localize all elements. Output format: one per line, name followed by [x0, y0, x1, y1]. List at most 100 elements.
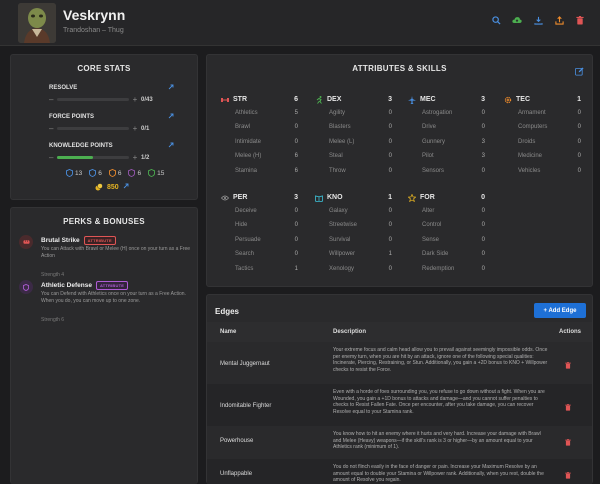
skill-row[interactable]: Intimidate 0 [221, 136, 298, 150]
skill-value: 0 [577, 124, 581, 131]
edit-icon[interactable] [573, 65, 585, 77]
skill-row[interactable]: Armament 0 [504, 107, 581, 121]
skill-row[interactable]: Hide 0 [221, 219, 298, 233]
skill-name: Deceive [235, 208, 257, 214]
skill-row[interactable]: Steal 0 [315, 150, 392, 164]
cloud-upload-icon[interactable] [511, 14, 523, 26]
link-icon[interactable] [168, 113, 174, 121]
skill-row[interactable]: Search 0 [221, 248, 298, 262]
download-icon[interactable] [532, 14, 544, 26]
link-icon[interactable] [123, 183, 129, 191]
skill-row[interactable]: Persuade 0 [221, 234, 298, 248]
skill-row[interactable]: Sense 0 [408, 234, 485, 248]
skill-name: Melee (H) [235, 153, 262, 160]
link-icon[interactable] [168, 84, 174, 92]
skill-row[interactable]: Medicine 0 [504, 150, 581, 164]
force-points-decrement-button[interactable]: – [49, 124, 57, 133]
skill-value: 3 [481, 138, 485, 145]
trash-icon[interactable] [564, 361, 572, 369]
skill-row[interactable]: Redemption 0 [408, 263, 485, 277]
perk-name: Athletic Defense [41, 282, 92, 289]
skill-name: Blasters [329, 124, 351, 131]
skill-row[interactable]: Gunnery 3 [408, 136, 485, 150]
add-edge-button[interactable]: + Add Edge [534, 303, 586, 318]
force-points-label: FORCE POINTS [49, 114, 95, 120]
skill-name: Dark Side [422, 251, 449, 258]
skill-row[interactable]: Tactics 1 [221, 263, 298, 277]
skill-row[interactable]: Athletics 5 [221, 107, 298, 121]
skill-row[interactable]: Deceive 0 [221, 205, 298, 219]
trash-icon[interactable] [574, 14, 586, 26]
skill-value: 5 [294, 110, 298, 116]
skill-value: 6 [294, 153, 298, 160]
skill-value: 0 [294, 236, 298, 243]
export-icon[interactable] [553, 14, 565, 26]
skill-row[interactable]: Xenology 0 [315, 263, 392, 277]
skill-row[interactable]: Sensors 0 [408, 165, 485, 179]
skill-value: 1 [388, 251, 392, 258]
skill-row[interactable]: Willpower 1 [315, 248, 392, 262]
skill-name: Streetwise [329, 222, 358, 229]
attribute-name: STR [233, 96, 247, 103]
skill-row[interactable]: Alter 0 [408, 205, 485, 219]
skill-row[interactable]: Melee (L) 0 [315, 136, 392, 150]
edges-table: Name Description Actions Mental Juggerna… [207, 322, 592, 484]
skill-row[interactable]: Melee (H) 6 [221, 150, 298, 164]
resolve-increment-button[interactable]: + [129, 95, 141, 104]
skill-row[interactable]: Stamina 6 [221, 165, 298, 179]
skill-value: 0 [294, 251, 298, 258]
attribute-header[interactable]: STR 6 [221, 95, 298, 107]
trash-icon[interactable] [564, 438, 572, 446]
skill-row[interactable]: Drive 0 [408, 121, 485, 135]
character-avatar[interactable] [18, 3, 56, 43]
shield-icon [148, 169, 156, 177]
trash-icon[interactable] [564, 403, 572, 411]
skill-row[interactable]: Control 0 [408, 219, 485, 233]
skill-value: 0 [294, 222, 298, 229]
attribute-header[interactable]: PER 3 [221, 193, 298, 205]
skill-row[interactable]: Streetwise 0 [315, 219, 392, 233]
skill-value: 0 [481, 110, 485, 116]
skill-row[interactable]: Pilot 3 [408, 150, 485, 164]
skill-row[interactable]: Throw 0 [315, 165, 392, 179]
skill-row[interactable]: Brawl 0 [221, 121, 298, 135]
attribute-group-str: STR 6 Athletics 5 Brawl 0 Intimidate 0 M… [221, 95, 298, 179]
skill-row[interactable]: Survival 0 [315, 234, 392, 248]
attribute-header[interactable]: MEC 3 [408, 95, 485, 107]
attributes-title: ATTRIBUTES & SKILLS [352, 64, 447, 73]
attribute-header[interactable]: FOR 0 [408, 193, 485, 205]
skill-name: Throw [329, 167, 346, 174]
skill-row[interactable]: Dark Side 0 [408, 248, 485, 262]
skill-name: Xenology [329, 265, 355, 272]
perk-requirement: Strength 4 [41, 272, 65, 278]
skill-value: 0 [481, 208, 485, 214]
skill-name: Sensors [422, 167, 445, 174]
attribute-value: 6 [294, 96, 298, 103]
skill-row[interactable]: Computers 0 [504, 121, 581, 135]
link-icon[interactable] [168, 142, 174, 150]
skill-name: Melee (L) [329, 138, 355, 145]
skill-value: 1 [294, 265, 298, 272]
attribute-header[interactable]: KNO 1 [315, 193, 392, 205]
skill-name: Brawl [235, 124, 251, 131]
attribute-header[interactable]: DEX 3 [315, 95, 392, 107]
search-icon[interactable] [490, 14, 502, 26]
resolve-label: RESOLVE [49, 85, 78, 91]
coins-icon [95, 183, 103, 191]
resolve-decrement-button[interactable]: – [49, 95, 57, 104]
attribute-value: 0 [481, 194, 485, 201]
trash-icon[interactable] [564, 471, 572, 479]
attribute-header[interactable]: TEC 1 [504, 95, 581, 107]
skill-row[interactable]: Agility 0 [315, 107, 392, 121]
skill-row[interactable]: Blasters 0 [315, 121, 392, 135]
knowledge-points-increment-button[interactable]: + [129, 153, 141, 162]
skill-row[interactable]: Astrogation 0 [408, 107, 485, 121]
knowledge-points-value: 1/2 [141, 154, 150, 161]
skill-row[interactable]: Vehicles 0 [504, 165, 581, 179]
knowledge-points-decrement-button[interactable]: – [49, 153, 57, 162]
skill-row[interactable]: Galaxy 0 [315, 205, 392, 219]
character-name: Veskrynn [63, 7, 126, 23]
perks-title: PERKS & BONUSES [63, 217, 145, 226]
force-points-increment-button[interactable]: + [129, 124, 141, 133]
skill-row[interactable]: Droids 0 [504, 136, 581, 150]
